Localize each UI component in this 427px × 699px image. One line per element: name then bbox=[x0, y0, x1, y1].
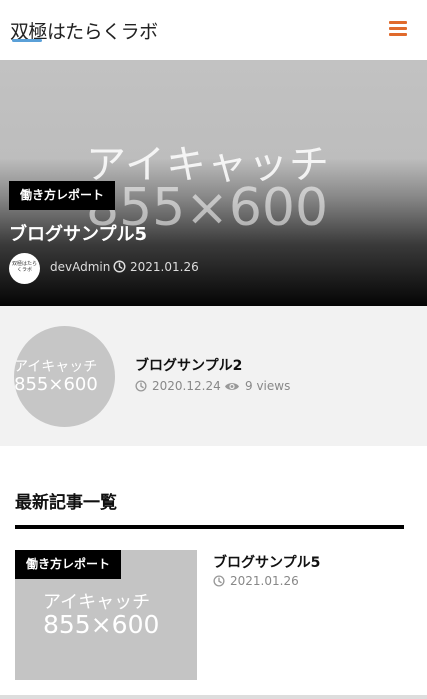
hamburger-menu-icon[interactable] bbox=[389, 21, 407, 37]
clock-icon bbox=[213, 575, 225, 587]
hero-post-date: 2021.01.26 bbox=[130, 260, 199, 274]
latest-post-thumbnail[interactable]: アイキャッチ 855×600 働き方レポート bbox=[15, 550, 197, 680]
hero-post-title[interactable]: ブログサンプル5 bbox=[9, 220, 147, 246]
latest-post-date: 2021.01.26 bbox=[230, 574, 299, 588]
clock-icon bbox=[113, 260, 126, 273]
popular-placeholder-line1: アイキャッチ bbox=[14, 359, 98, 375]
latest-post-title[interactable]: ブログサンプル5 bbox=[213, 552, 320, 572]
bottom-edge bbox=[0, 695, 427, 699]
avatar-logo-text: 双極はたらくラボ bbox=[12, 261, 37, 273]
site-logo[interactable]: 双極はたらくラボ bbox=[10, 19, 158, 43]
site-header: 双極はたらくラボ bbox=[0, 0, 427, 60]
popular-post-thumbnail[interactable]: アイキャッチ 855×600 bbox=[14, 326, 115, 427]
popular-post-title[interactable]: ブログサンプル2 bbox=[135, 355, 242, 375]
popular-post-date: 2020.12.24 bbox=[152, 379, 221, 393]
latest-category-badge[interactable]: 働き方レポート bbox=[15, 550, 122, 579]
hero-category-badge[interactable]: 働き方レポート bbox=[9, 181, 116, 210]
author-avatar: 双極はたらくラボ bbox=[9, 253, 40, 284]
popular-placeholder-line2: 855×600 bbox=[14, 374, 98, 395]
logo-accent-mark bbox=[12, 39, 42, 42]
popular-post-views: 9 views bbox=[245, 379, 291, 393]
latest-post-item[interactable]: アイキャッチ 855×600 働き方レポート ブログサンプル5 2021.01.… bbox=[15, 550, 404, 680]
latest-section-title: 最新記事一覧 bbox=[15, 493, 117, 513]
popular-post-card[interactable]: アイキャッチ 855×600 ブログサンプル2 2020.12.24 9 vie… bbox=[0, 306, 427, 446]
section-divider bbox=[15, 525, 404, 529]
clock-icon bbox=[135, 380, 147, 392]
latest-placeholder-line2: 855×600 bbox=[43, 610, 160, 639]
hero-author-name: devAdmin bbox=[50, 260, 111, 274]
eye-icon bbox=[225, 383, 239, 390]
hero-featured-post[interactable]: アイキャッチ 855×600 働き方レポート ブログサンプル5 双極はたらくラボ… bbox=[0, 60, 427, 306]
